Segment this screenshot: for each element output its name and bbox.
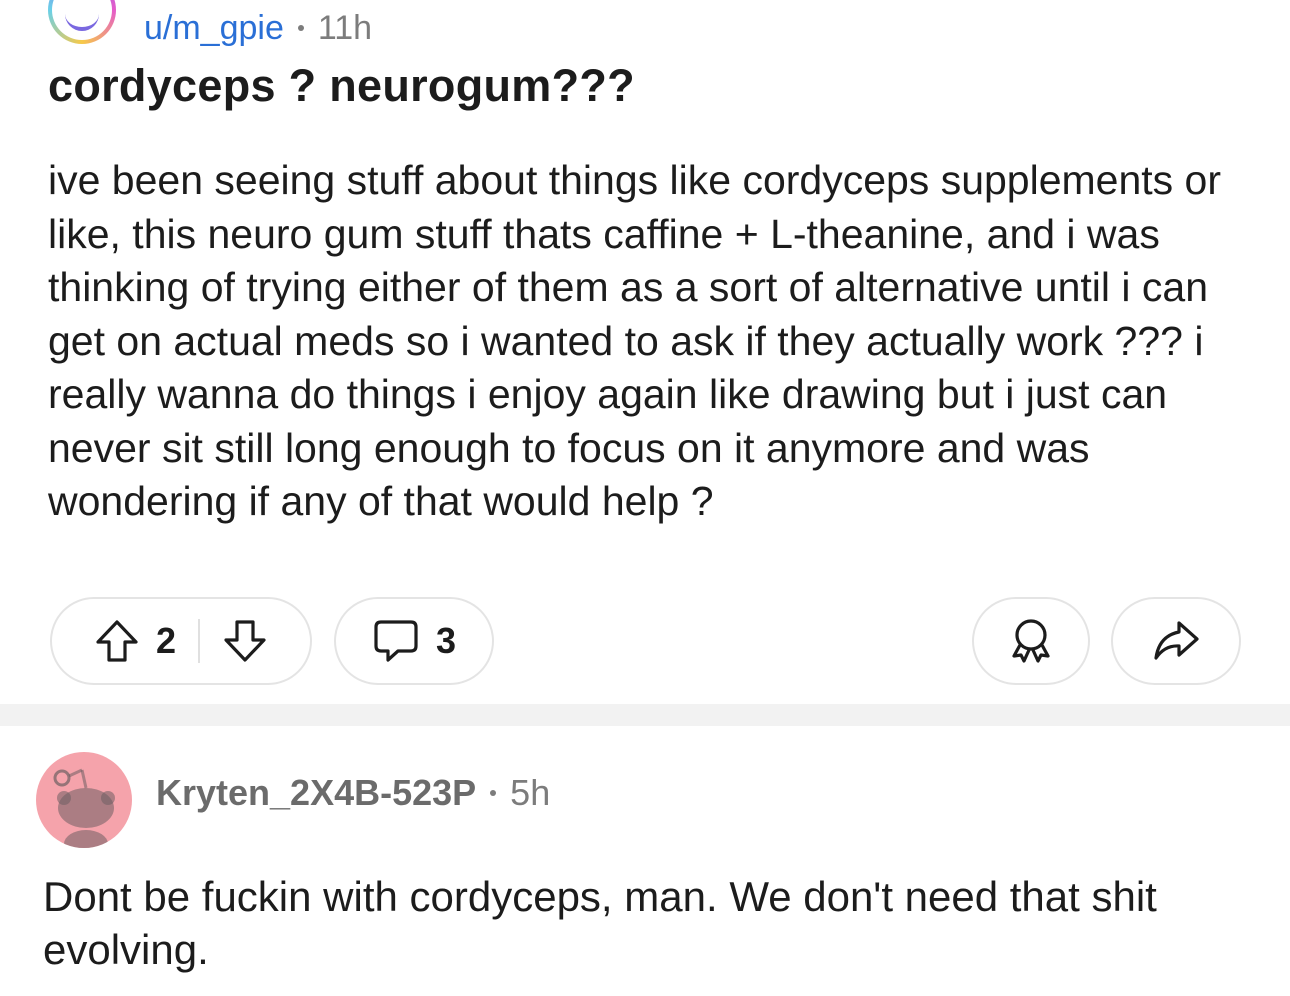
op-avatar[interactable] [48,0,116,44]
post-body: ive been seeing stuff about things like … [48,157,1222,524]
post-title: cordyceps ? neurogum??? [48,60,635,111]
vote-divider [198,619,201,663]
speech-bubble-icon [372,618,420,664]
award-button[interactable] [972,597,1090,685]
section-divider [0,704,1290,726]
reddit-thread: u/m_gpie 11h cordyceps ? neurogum??? ive… [0,0,1290,996]
downvote-button[interactable] [222,618,268,664]
share-arrow-icon [1151,618,1201,664]
comment-count: 3 [435,620,457,661]
comments-button[interactable]: 3 [334,597,494,685]
vote-control: 2 [50,597,312,685]
post-meta: u/m_gpie 11h [144,9,372,48]
comment-meta: Kryten_2X4B-523P 5h [156,772,550,814]
upvote-button[interactable] [94,618,140,664]
share-button[interactable] [1111,597,1241,685]
comment-body: Dont be fuckin with cordyceps, man. We d… [43,873,1157,973]
separator-dot [490,790,497,796]
snoo-avatar-icon [53,768,115,848]
post-timestamp: 11h [317,8,373,47]
arrow-up-icon [96,620,138,662]
post-author-link[interactable]: u/m_gpie [144,9,284,48]
comment-avatar[interactable] [36,752,132,848]
post-header: u/m_gpie 11h [48,0,372,50]
award-ribbon-icon [1006,616,1056,666]
separator-dot [297,25,304,31]
comment-timestamp: 5h [510,772,551,813]
upvote-count: 2 [155,620,177,661]
comment-author-link[interactable]: Kryten_2X4B-523P [156,772,476,814]
op-avatar-art [65,7,99,31]
arrow-down-icon [224,620,266,662]
